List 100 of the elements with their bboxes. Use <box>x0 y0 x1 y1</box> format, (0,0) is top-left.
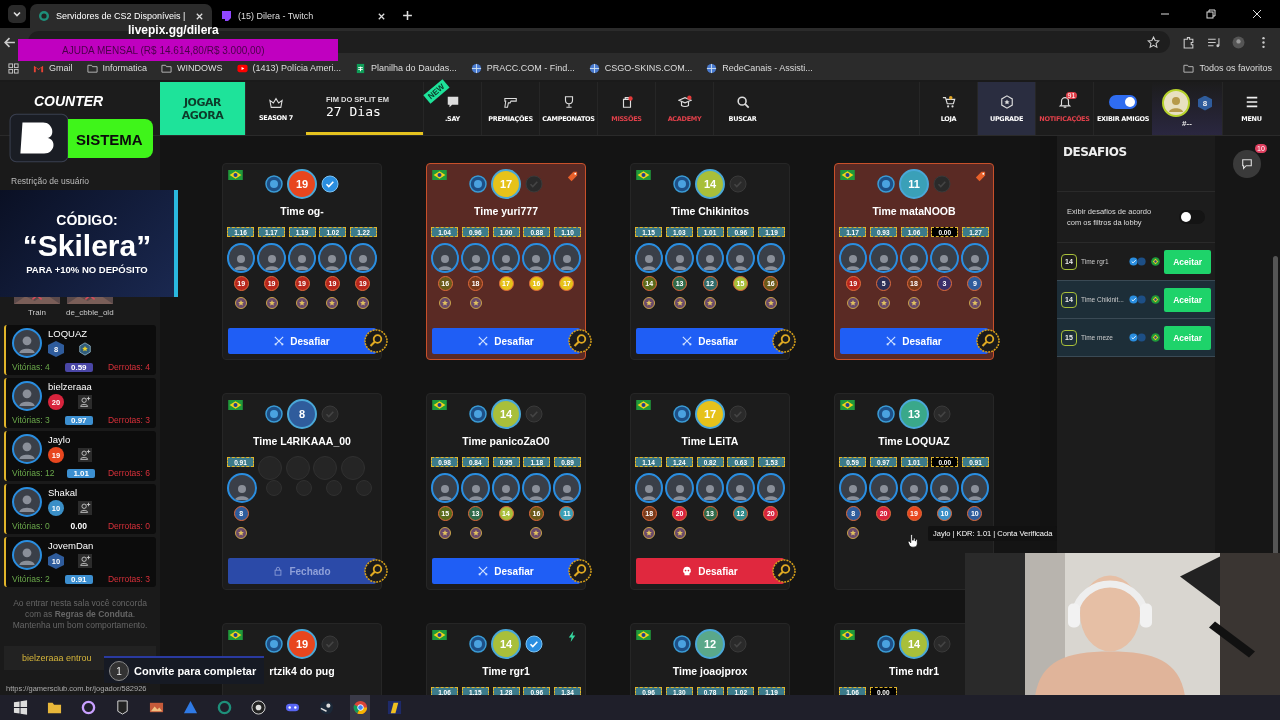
avatar[interactable] <box>726 473 755 503</box>
star-icon[interactable] <box>1147 35 1160 49</box>
challenge-button[interactable]: Desafiar <box>432 328 580 354</box>
disc-icon[interactable] <box>318 700 334 715</box>
player-name[interactable]: LOQUAZ <box>48 328 92 339</box>
close-icon[interactable] <box>1252 9 1262 19</box>
avatar[interactable] <box>899 473 929 503</box>
add-friend-icon[interactable] <box>78 448 92 462</box>
challenge-button[interactable]: Desafiar <box>840 328 988 354</box>
triangle-icon[interactable] <box>182 700 198 715</box>
scrollbar[interactable] <box>1273 256 1278 556</box>
flag-icon <box>228 170 243 180</box>
bookmark[interactable]: PRACC.COM - Find... <box>470 62 575 74</box>
avatar[interactable] <box>756 473 786 503</box>
browser-icon[interactable] <box>352 700 368 715</box>
search-icon[interactable] <box>364 329 388 353</box>
bookmark[interactable]: CSGO-SKINS.COM... <box>588 62 693 74</box>
record-icon[interactable] <box>250 700 266 715</box>
challenge-button[interactable]: Desafiar <box>636 558 784 584</box>
bookmark[interactable]: (1413) Polícia Ameri... <box>236 62 342 74</box>
search-icon[interactable] <box>364 559 388 583</box>
back-icon[interactable] <box>3 35 16 49</box>
bookmark[interactable]: Informatica <box>86 62 148 74</box>
new-tab-icon[interactable] <box>402 10 413 21</box>
search-icon[interactable] <box>568 329 592 353</box>
folder-icon[interactable] <box>46 700 62 715</box>
bookmark[interactable]: RedeCanais - Assisti... <box>706 62 813 74</box>
add-friend-icon[interactable] <box>78 395 92 409</box>
avatar[interactable] <box>552 473 582 503</box>
avatar[interactable] <box>257 243 286 273</box>
avatar[interactable] <box>839 473 868 503</box>
add-friend-icon[interactable] <box>78 554 92 568</box>
tab-list-button[interactable] <box>8 5 26 23</box>
search-icon[interactable] <box>568 559 592 583</box>
avatar[interactable] <box>695 473 725 503</box>
avatar[interactable] <box>665 243 694 273</box>
shield-icon[interactable] <box>114 700 130 715</box>
profile-icon[interactable] <box>1232 35 1245 49</box>
kdr-badge: 0.91 <box>65 574 93 584</box>
picture-frame-icon[interactable] <box>148 700 164 715</box>
medal-icon <box>325 296 340 310</box>
avatar[interactable] <box>1162 89 1190 117</box>
restore-icon[interactable] <box>1206 9 1216 19</box>
game-icon[interactable] <box>386 700 402 715</box>
avatar[interactable] <box>348 243 378 273</box>
add-friend-icon[interactable] <box>78 501 92 515</box>
media-queue-icon[interactable] <box>1207 35 1220 49</box>
avatar[interactable] <box>635 243 664 273</box>
bookmark[interactable]: Gmail <box>33 62 73 74</box>
avatar[interactable] <box>635 473 664 503</box>
team-name: Time Chikinitos <box>671 205 749 217</box>
search-icon[interactable] <box>976 329 1000 353</box>
invite-toast[interactable]: 1 Convite para completar <box>104 656 264 684</box>
avatar[interactable] <box>960 473 990 503</box>
browser-tab[interactable]: (15) Dilera - Twitch <box>212 4 394 28</box>
ring-icon[interactable] <box>216 700 232 715</box>
avatar[interactable] <box>287 243 317 273</box>
avatar[interactable] <box>869 473 898 503</box>
avatar[interactable] <box>318 243 347 273</box>
flag-icon <box>228 630 243 640</box>
bookmark[interactable]: Planilha do Daudas... <box>355 62 457 74</box>
toggle-switch[interactable] <box>1109 94 1137 109</box>
toggle-switch[interactable] <box>1179 210 1205 224</box>
avatar[interactable] <box>726 243 755 273</box>
avatar[interactable] <box>431 473 460 503</box>
avatar[interactable] <box>756 243 786 273</box>
bookmark[interactable]: WINDOWS <box>161 62 223 74</box>
avatar[interactable] <box>227 243 256 273</box>
player-name[interactable]: Shakal <box>48 487 92 498</box>
avatar[interactable] <box>695 243 725 273</box>
close-icon[interactable] <box>377 11 386 21</box>
apps-grid-icon[interactable] <box>8 62 19 74</box>
avatar[interactable] <box>930 473 959 503</box>
verified-icon <box>1129 333 1148 342</box>
ring-icon[interactable] <box>80 700 96 715</box>
avatar[interactable] <box>665 473 694 503</box>
avatar[interactable] <box>461 473 490 503</box>
challenge-button[interactable]: Desafiar <box>228 328 376 354</box>
search-icon[interactable] <box>772 559 796 583</box>
promo-title: CÓDIGO: <box>56 212 118 228</box>
avatar[interactable] <box>522 473 551 503</box>
search-icon[interactable] <box>772 329 796 353</box>
close-icon[interactable] <box>195 11 204 21</box>
avatar[interactable] <box>491 473 521 503</box>
site-logo[interactable]: COUNTER <box>34 94 104 109</box>
player-name[interactable]: Jaylo <box>48 434 92 445</box>
crossed-swords-icon <box>274 336 285 346</box>
avatar[interactable] <box>227 473 257 503</box>
player-name[interactable]: bielzeraaa <box>48 381 92 392</box>
puzzle-icon[interactable] <box>1182 35 1195 49</box>
bookmark-folder[interactable]: Todos os favoritos <box>1183 62 1272 74</box>
play-button[interactable]: JOGAR AGORA <box>160 82 245 135</box>
wins-count: Vitórias: 4 <box>12 362 50 372</box>
chat-button[interactable] <box>1233 150 1261 178</box>
emblem-icon <box>877 175 895 193</box>
windows-icon[interactable] <box>12 700 28 715</box>
challenge-button[interactable]: Desafiar <box>636 328 784 354</box>
challenge-button[interactable]: Desafiar <box>432 558 580 584</box>
player-name[interactable]: JovemDan <box>48 540 94 551</box>
flag-icon <box>840 400 855 410</box>
